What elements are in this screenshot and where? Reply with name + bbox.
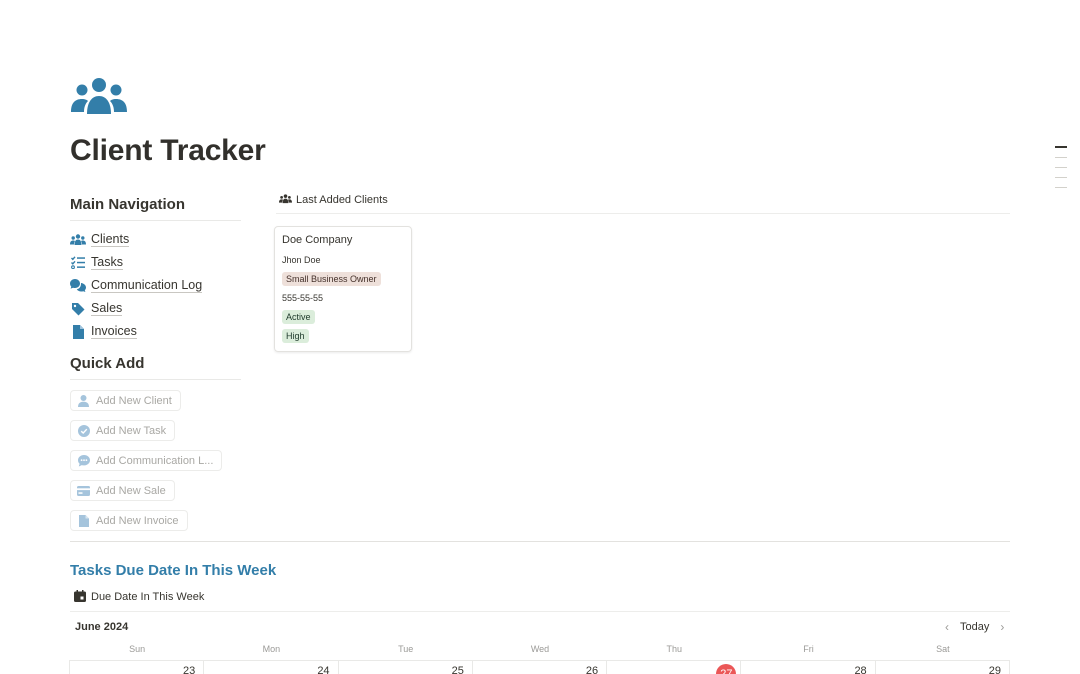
- credit-card-icon: [77, 484, 90, 497]
- card-title: Doe Company: [282, 234, 353, 246]
- button-label: Add Communication L...: [96, 454, 214, 467]
- calendar-day-cell[interactable]: 28: [741, 661, 876, 674]
- day-number: 24: [317, 665, 330, 674]
- status-tag: Active: [282, 309, 315, 324]
- calendar-day-cell[interactable]: 29: [876, 661, 1010, 674]
- calendar-day-cell[interactable]: 24: [204, 661, 339, 674]
- table-of-contents-indicator[interactable]: [1055, 146, 1067, 197]
- priority-tag: High: [282, 328, 309, 343]
- day-number: 25: [451, 665, 464, 674]
- chevron-right-icon[interactable]: ›: [995, 620, 1009, 634]
- calendar-day-cell-today[interactable]: 27: [607, 661, 742, 674]
- nav-item-label: Sales: [91, 301, 123, 316]
- nav-item-label: Tasks: [91, 255, 123, 270]
- toc-line[interactable]: [1055, 146, 1067, 148]
- calendar-day-cell[interactable]: 26: [473, 661, 608, 674]
- nav-item-communication-log[interactable]: Communication Log: [70, 274, 241, 297]
- day-number: 23: [183, 665, 196, 674]
- calendar-weekdays: Sun Mon Tue Wed Thu Fri Sat: [70, 644, 1010, 654]
- view-divider: [70, 611, 1010, 612]
- view-tab-last-added-clients[interactable]: Last Added Clients: [276, 190, 1010, 210]
- checklist-icon: [70, 255, 86, 271]
- chat-bubbles-icon: [70, 278, 86, 294]
- view-tab-due-date-this-week[interactable]: Due Date In This Week: [74, 590, 204, 603]
- page-title: Client Tracker: [70, 134, 266, 167]
- quick-add-heading: Quick Add: [70, 355, 241, 380]
- button-label: Add New Task: [96, 424, 167, 437]
- nav-item-clients[interactable]: Clients: [70, 228, 241, 251]
- tasks-section-heading: Tasks Due Date In This Week: [70, 562, 277, 579]
- weekday-label: Tue: [398, 644, 414, 654]
- left-column: Main Navigation Clients Tasks Communicat…: [70, 196, 241, 537]
- person-icon: [77, 394, 90, 407]
- nav-item-invoices[interactable]: Invoices: [70, 320, 241, 343]
- people-group-icon: [279, 193, 292, 207]
- people-group-icon: [70, 232, 86, 248]
- button-label: Add New Client: [96, 394, 172, 407]
- view-divider: [276, 213, 1010, 214]
- document-icon: [70, 324, 86, 340]
- nav-item-tasks[interactable]: Tasks: [70, 251, 241, 274]
- last-added-clients-view: Last Added Clients: [276, 190, 1010, 214]
- nav-item-label: Invoices: [91, 324, 137, 339]
- toc-line[interactable]: [1055, 177, 1067, 178]
- view-tab-label: Due Date In This Week: [91, 590, 205, 603]
- main-navigation-heading: Main Navigation: [70, 196, 241, 221]
- calendar-icon: [74, 590, 87, 603]
- weekday-label: Sun: [129, 644, 146, 654]
- calendar-day-cell[interactable]: 23: [70, 661, 205, 674]
- button-label: Add New Sale: [96, 484, 166, 497]
- section-divider: [70, 541, 1010, 542]
- client-card[interactable]: Doe Company Jhon Doe Small Business Owne…: [274, 226, 412, 352]
- day-number: 29: [988, 665, 1001, 674]
- weekday-label: Sat: [936, 644, 950, 654]
- chevron-left-icon[interactable]: ‹: [940, 620, 954, 634]
- today-day-number: 27: [716, 664, 737, 674]
- weekday-label: Fri: [803, 644, 814, 654]
- card-contact: Jhon Doe: [282, 254, 321, 265]
- card-phone: 555-55-55: [282, 292, 324, 303]
- calendar-day-cell[interactable]: 25: [339, 661, 473, 674]
- view-tab-label: Last Added Clients: [296, 194, 388, 206]
- chat-icon: [77, 454, 90, 467]
- add-new-invoice-button[interactable]: Add New Invoice: [70, 510, 188, 531]
- calendar-week-row: 23 24 25 26 27 28 29: [69, 660, 1010, 674]
- tag-icon: [70, 301, 86, 317]
- calendar-navigation: ‹ Today ›: [940, 620, 1009, 634]
- toc-line[interactable]: [1055, 167, 1067, 168]
- weekday-label: Thu: [666, 644, 683, 654]
- client-type-tag: Small Business Owner: [282, 271, 381, 286]
- toc-line[interactable]: [1055, 157, 1067, 158]
- nav-item-sales[interactable]: Sales: [70, 297, 241, 320]
- document-icon: [77, 514, 90, 527]
- weekday-label: Mon: [262, 644, 281, 654]
- add-new-task-button[interactable]: Add New Task: [70, 420, 176, 441]
- check-circle-icon: [77, 424, 90, 437]
- nav-item-label: Clients: [91, 232, 130, 247]
- add-communication-log-button[interactable]: Add Communication L...: [70, 450, 223, 471]
- add-new-client-button[interactable]: Add New Client: [70, 390, 181, 411]
- today-button[interactable]: Today: [954, 621, 995, 633]
- toc-line[interactable]: [1055, 187, 1067, 188]
- add-new-sale-button[interactable]: Add New Sale: [70, 480, 175, 501]
- nav-item-label: Communication Log: [91, 278, 203, 293]
- calendar-month: June 2024: [75, 621, 129, 633]
- day-number: 28: [854, 665, 867, 674]
- button-label: Add New Invoice: [96, 514, 179, 527]
- weekday-label: Wed: [530, 644, 550, 654]
- people-group-icon: [71, 78, 127, 114]
- day-number: 26: [585, 665, 599, 674]
